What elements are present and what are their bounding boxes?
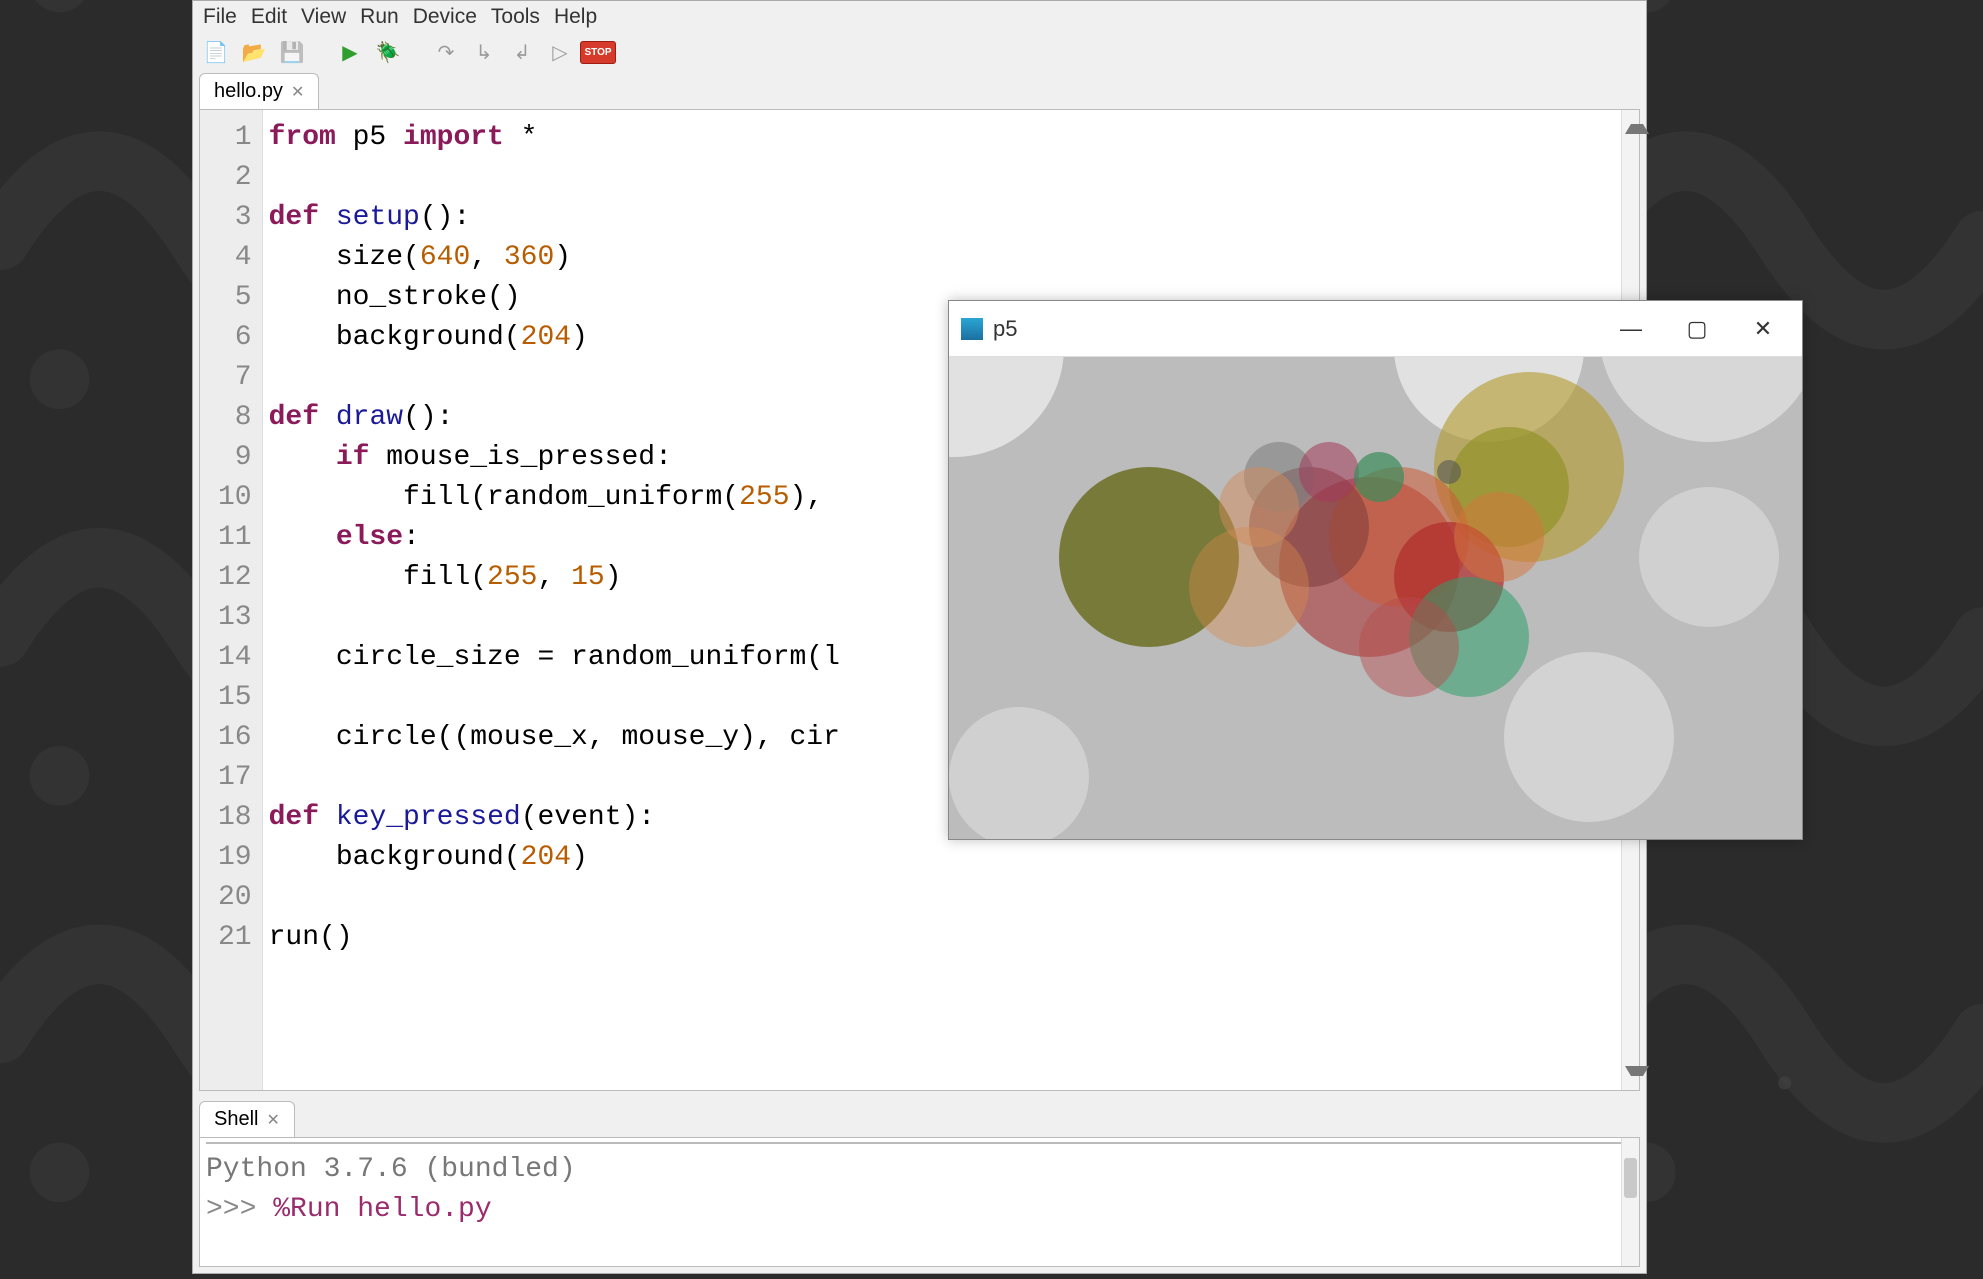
- stop-icon[interactable]: STOP: [585, 39, 611, 65]
- p5-circle: [949, 707, 1089, 839]
- run-icon[interactable]: ▶: [337, 39, 363, 65]
- menu-help[interactable]: Help: [554, 5, 597, 29]
- p5-circle: [949, 357, 1064, 457]
- p5-circle: [1359, 597, 1459, 697]
- shell-divider: [206, 1142, 1633, 1144]
- p5-title: p5: [993, 316, 1017, 342]
- p5-circle: [1504, 652, 1674, 822]
- debug-icon[interactable]: 🪲: [375, 39, 401, 65]
- resume-icon[interactable]: ▷: [547, 39, 573, 65]
- close-icon[interactable]: ✕: [266, 1110, 279, 1130]
- p5-circle: [1454, 492, 1544, 582]
- p5-app-icon: [961, 318, 983, 340]
- p5-canvas: [949, 357, 1802, 839]
- p5-circle: [1437, 460, 1461, 484]
- step-over-icon[interactable]: ↷: [433, 39, 459, 65]
- p5-circle: [1354, 452, 1404, 502]
- shell-line: >>> %Run hello.py: [206, 1190, 1633, 1230]
- scrollbar-thumb[interactable]: [1624, 1158, 1637, 1198]
- shell-pane[interactable]: Python 3.7.6 (bundled) >>> %Run hello.py: [199, 1137, 1640, 1267]
- menu-view[interactable]: View: [301, 5, 346, 29]
- p5-circle: [1639, 487, 1779, 627]
- shell-tabs: Shell ✕: [193, 1101, 1646, 1137]
- shell-prompt: >>>: [206, 1194, 273, 1225]
- p5-output-window[interactable]: p5 — ▢ ✕: [948, 300, 1803, 840]
- p5-circle: [1219, 467, 1299, 547]
- menu-bar: File Edit View Run Device Tools Help: [193, 1, 1646, 35]
- tab-label: hello.py: [214, 80, 283, 103]
- step-into-icon[interactable]: ↳: [471, 39, 497, 65]
- menu-edit[interactable]: Edit: [251, 5, 287, 29]
- save-file-icon[interactable]: 💾: [279, 39, 305, 65]
- toolbar: 📄 📂 💾 ▶ 🪲 ↷ ↳ ↲ ▷ STOP: [193, 35, 1646, 73]
- p5-circle: [1599, 357, 1802, 442]
- menu-tools[interactable]: Tools: [491, 5, 540, 29]
- shell-run-arg: hello.py: [357, 1194, 491, 1225]
- new-file-icon[interactable]: 📄: [203, 39, 229, 65]
- tab-hello-py[interactable]: hello.py ✕: [199, 73, 319, 109]
- step-out-icon[interactable]: ↲: [509, 39, 535, 65]
- close-button[interactable]: ✕: [1730, 309, 1796, 349]
- close-icon[interactable]: ✕: [291, 82, 304, 102]
- shell-scrollbar[interactable]: [1621, 1138, 1639, 1266]
- tab-label: Shell: [214, 1108, 258, 1131]
- menu-device[interactable]: Device: [413, 5, 477, 29]
- minimize-button[interactable]: —: [1598, 309, 1664, 349]
- open-file-icon[interactable]: 📂: [241, 39, 267, 65]
- p5-circle: [1299, 442, 1359, 502]
- shell-run-cmd: %Run: [273, 1194, 357, 1225]
- editor-tabs: hello.py ✕: [193, 73, 1646, 109]
- window-controls: — ▢ ✕: [1598, 309, 1796, 349]
- line-gutter: 1 2 3 4 5 6 7 8 9 10 11 12 13 14 15 16 1…: [200, 110, 263, 1090]
- shell-banner: Python 3.7.6 (bundled): [206, 1150, 1633, 1190]
- menu-run[interactable]: Run: [360, 5, 399, 29]
- tab-shell[interactable]: Shell ✕: [199, 1101, 295, 1137]
- maximize-button[interactable]: ▢: [1664, 309, 1730, 349]
- menu-file[interactable]: File: [203, 5, 237, 29]
- p5-titlebar[interactable]: p5 — ▢ ✕: [949, 301, 1802, 357]
